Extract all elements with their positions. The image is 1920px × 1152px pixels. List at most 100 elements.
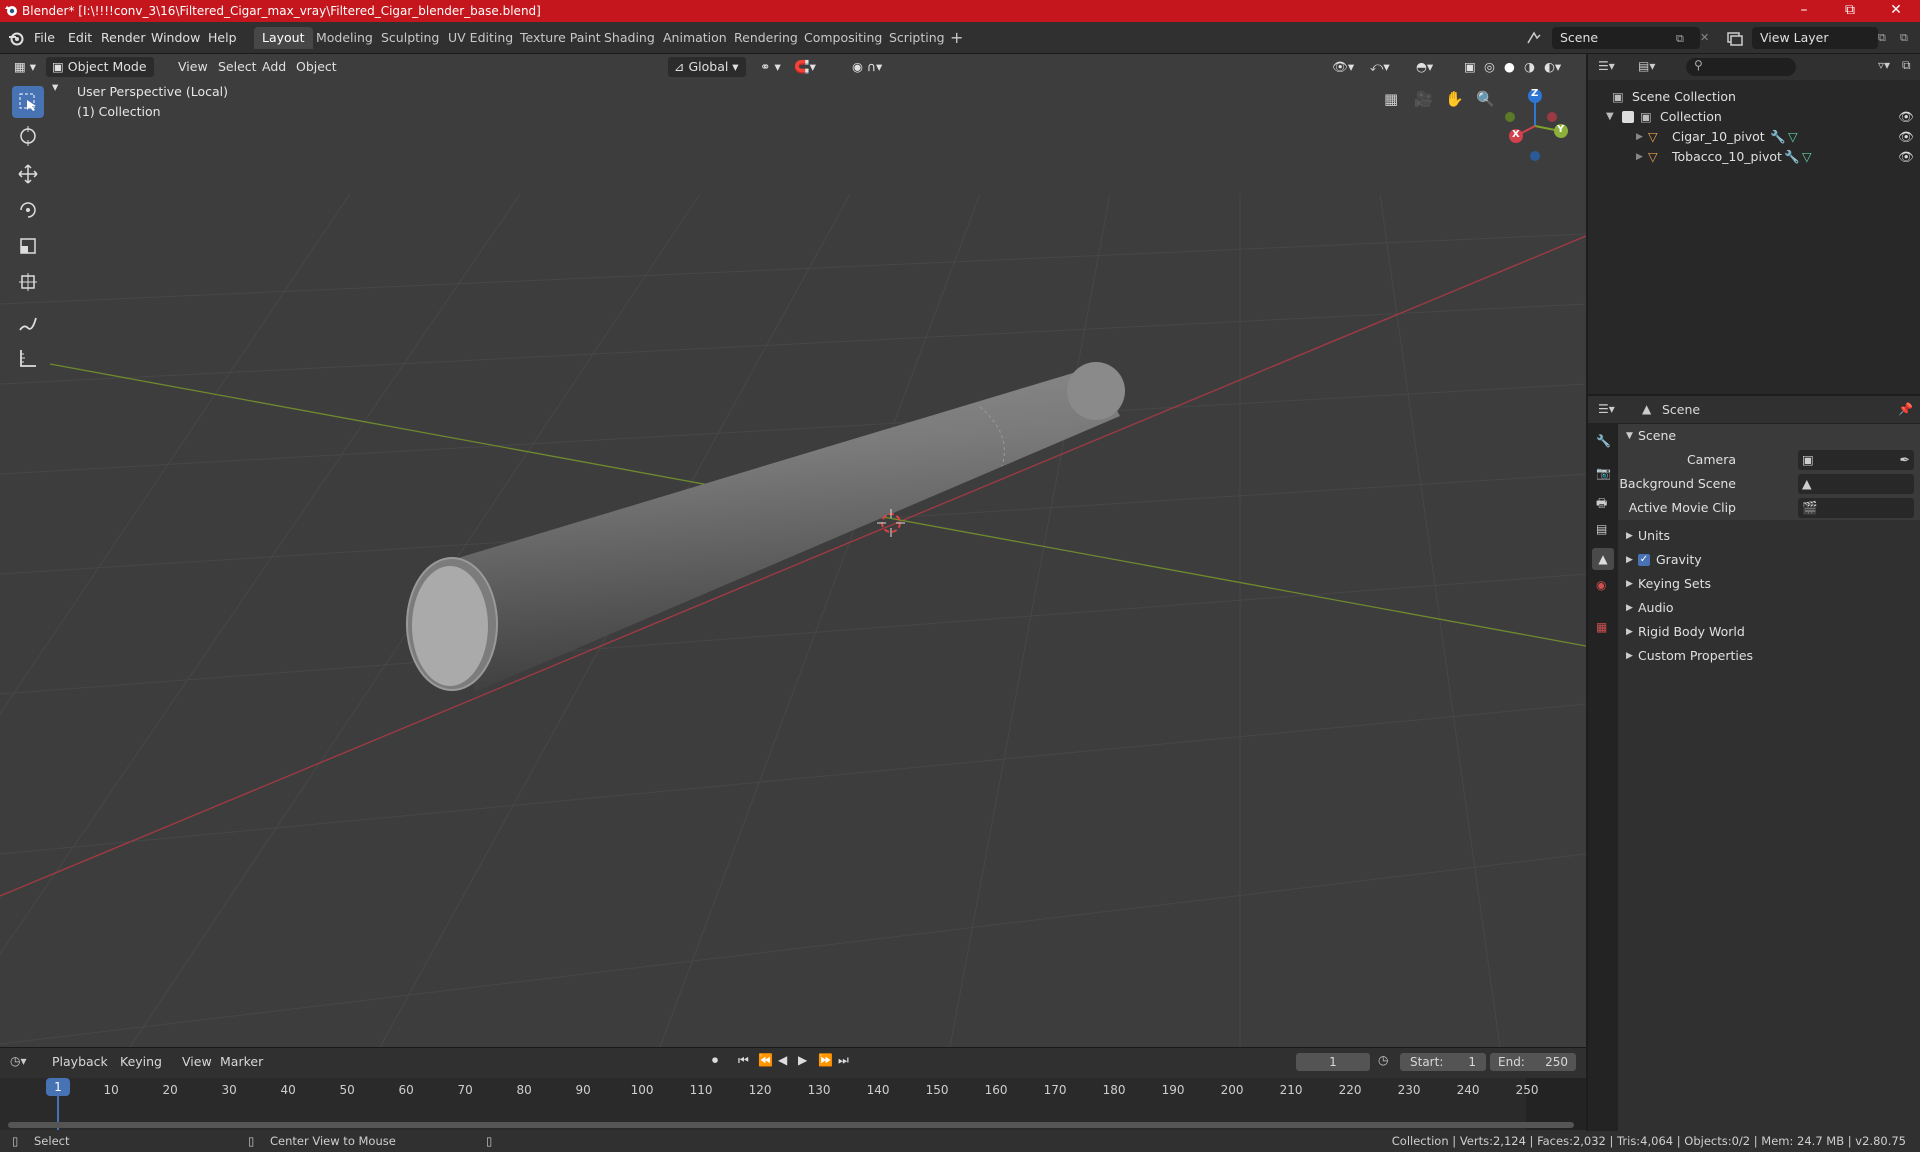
gizmo-toggle-icon[interactable]: ⤺▾ (1364, 57, 1396, 77)
menu-playback[interactable]: Playback (52, 1054, 108, 1069)
new-scene-icon[interactable]: ⧉ (1676, 32, 1684, 46)
move-tool[interactable] (12, 158, 44, 190)
outliner-scene-collection[interactable]: ▣ Scene Collection (1588, 87, 1920, 107)
select-box-tool[interactable] (12, 86, 44, 118)
units-panel-header[interactable]: ▶ Units (1618, 524, 1920, 548)
annotate-tool[interactable] (12, 308, 44, 340)
output-tab-icon[interactable]: 🖶 (1596, 494, 1607, 515)
rendered-shading-icon[interactable]: ◐▾ (1538, 57, 1567, 77)
collection-visibility-eye-icon[interactable]: 👁 (1898, 107, 1914, 127)
blender-menu-icon[interactable] (8, 30, 24, 46)
mesh-data-icon[interactable]: ▽ (1802, 147, 1812, 167)
pan-hand-icon[interactable]: ✋ (1445, 90, 1464, 108)
tool-tab-icon[interactable]: 🔧 (1596, 434, 1611, 448)
collapse-arrow-icon[interactable]: ▼ (1606, 107, 1614, 127)
preview-range-clock-icon[interactable]: ◷ (1378, 1053, 1388, 1067)
tab-compositing[interactable]: Compositing (796, 27, 890, 49)
background-scene-field[interactable]: ▲ (1798, 474, 1914, 494)
active-movie-clip-field[interactable]: 🎬 (1798, 498, 1914, 518)
tab-rendering[interactable]: Rendering (726, 27, 806, 49)
tab-modeling[interactable]: Modeling (308, 27, 381, 49)
mesh-data-icon[interactable]: ▽ (1788, 127, 1798, 147)
properties-editor-type-icon[interactable]: ☰▾ (1598, 402, 1615, 416)
filter-icon[interactable]: ▿▾ (1878, 58, 1890, 72)
pivot-point-icon[interactable]: ⚭ ▾ (754, 57, 787, 77)
close-window-button[interactable]: ✕ (1873, 0, 1919, 22)
cigar-object[interactable] (406, 362, 1125, 692)
start-frame-field[interactable]: Start: 1 (1400, 1053, 1486, 1071)
proportional-editing-icon[interactable]: ◉ ∩▾ (846, 57, 888, 77)
texture-tab-icon[interactable]: ▦ (1596, 620, 1607, 634)
audio-panel-header[interactable]: ▶ Audio (1618, 596, 1920, 620)
menu-window[interactable]: Window (151, 30, 200, 45)
camera-field[interactable]: ▣ ✒ (1798, 450, 1914, 470)
outliner-search-input[interactable]: ⚲ (1686, 58, 1796, 76)
next-keyframe-icon[interactable]: ⏩ (818, 1053, 833, 1067)
timeline-editor-type-icon[interactable]: ◷▾ (10, 1054, 27, 1068)
scene-tab-icon[interactable]: ▲ (1592, 548, 1614, 570)
modifier-wrench-icon[interactable]: 🔧 (1784, 147, 1800, 167)
outliner-editor-type-icon[interactable]: ☰▾ (1598, 59, 1615, 73)
jump-end-icon[interactable]: ⏭ (838, 1053, 849, 1068)
play-icon[interactable]: ▶ (798, 1053, 807, 1067)
tab-animation[interactable]: Animation (655, 27, 735, 49)
jump-start-icon[interactable]: ⏮ (738, 1053, 749, 1068)
keying-sets-panel-header[interactable]: ▶ Keying Sets (1618, 572, 1920, 596)
collection-checkbox[interactable] (1622, 111, 1634, 123)
measure-tool[interactable] (12, 342, 44, 374)
custom-properties-panel-header[interactable]: ▶ Custom Properties (1618, 644, 1920, 668)
view-layer-field[interactable]: View Layer (1752, 27, 1878, 49)
display-mode-icon[interactable]: ▤▾ (1638, 59, 1655, 73)
rotate-tool[interactable] (12, 194, 44, 226)
menu-object[interactable]: Object (290, 57, 343, 77)
delete-scene-icon[interactable]: ✕ (1700, 31, 1709, 44)
new-view-layer-icon[interactable]: ⧉ (1878, 31, 1886, 45)
playhead-frame-badge[interactable]: 1 (46, 1078, 70, 1096)
cigar-visibility-eye-icon[interactable]: 👁 (1898, 127, 1914, 147)
record-button-icon[interactable]: ⏺ (712, 1053, 718, 1068)
transform-orientation-dropdown[interactable]: ⊿ Global ▾ (668, 57, 746, 77)
menu-render[interactable]: Render (101, 30, 146, 45)
overlay-toggle-icon[interactable]: ◓▾ (1410, 57, 1439, 77)
expand-arrow-icon[interactable]: ▶ (1636, 127, 1643, 147)
remove-view-layer-icon[interactable]: ⧉ (1900, 31, 1908, 45)
end-frame-field[interactable]: End: 250 (1490, 1053, 1576, 1071)
menu-keying[interactable]: Keying (120, 1054, 162, 1069)
play-reverse-icon[interactable]: ◀ (778, 1053, 787, 1067)
scene-panel-header[interactable]: ▼ Scene (1618, 424, 1920, 448)
menu-select[interactable]: Select (212, 57, 263, 77)
eyedropper-icon[interactable]: ✒ (1900, 448, 1910, 472)
camera-view-icon[interactable]: 🎥 (1414, 90, 1433, 108)
outliner-object-tobacco[interactable]: ▶ ▽ Tobacco_10_pivot 🔧 ▽ 👁 (1588, 147, 1920, 167)
scale-tool[interactable] (12, 230, 44, 262)
view-layer-tab-icon[interactable]: ▤ (1596, 522, 1607, 536)
object-mode-dropdown[interactable]: ▣ Object Mode ▾ (46, 57, 154, 94)
zoom-icon[interactable]: 🔍 (1476, 90, 1495, 108)
render-tab-icon[interactable]: 📷 (1596, 466, 1611, 480)
menu-file[interactable]: File (34, 30, 55, 45)
menu-help[interactable]: Help (208, 30, 237, 45)
3d-viewport[interactable]: Z Y X ▦ ▾ ▣ Object Mode ▾ View Select Ad… (0, 54, 1586, 1047)
tobacco-visibility-eye-icon[interactable]: 👁 (1898, 147, 1914, 167)
modifier-wrench-icon[interactable]: 🔧 (1770, 127, 1786, 147)
tab-shading[interactable]: Shading (596, 27, 663, 49)
editor-type-icon[interactable]: ▦ ▾ (8, 57, 42, 77)
prev-keyframe-icon[interactable]: ⏪ (758, 1053, 773, 1067)
menu-view[interactable]: View (172, 57, 214, 77)
add-workspace-plus-icon[interactable]: + (942, 27, 971, 49)
tab-sculpting[interactable]: Sculpting (373, 27, 447, 49)
view-layer-icon[interactable] (1726, 30, 1744, 46)
timeline-scrollbar[interactable] (8, 1122, 1574, 1128)
pin-icon[interactable]: 📌 (1898, 402, 1913, 416)
tab-layout[interactable]: Layout (254, 27, 313, 49)
menu-timeline-view[interactable]: View (182, 1054, 212, 1069)
outliner-object-cigar[interactable]: ▶ ▽ Cigar_10_pivot 🔧 ▽ 👁 (1588, 127, 1920, 147)
rigid-body-world-panel-header[interactable]: ▶ Rigid Body World (1618, 620, 1920, 644)
menu-marker[interactable]: Marker (220, 1054, 263, 1069)
gravity-panel-header[interactable]: ▶ ✓ Gravity (1618, 548, 1920, 572)
cursor-tool[interactable] (12, 120, 44, 152)
current-frame-field[interactable]: 1 (1296, 1053, 1370, 1071)
menu-edit[interactable]: Edit (68, 30, 92, 45)
new-collection-icon[interactable]: ⧉ (1902, 58, 1911, 73)
scene-selector-icon[interactable] (1526, 30, 1544, 46)
